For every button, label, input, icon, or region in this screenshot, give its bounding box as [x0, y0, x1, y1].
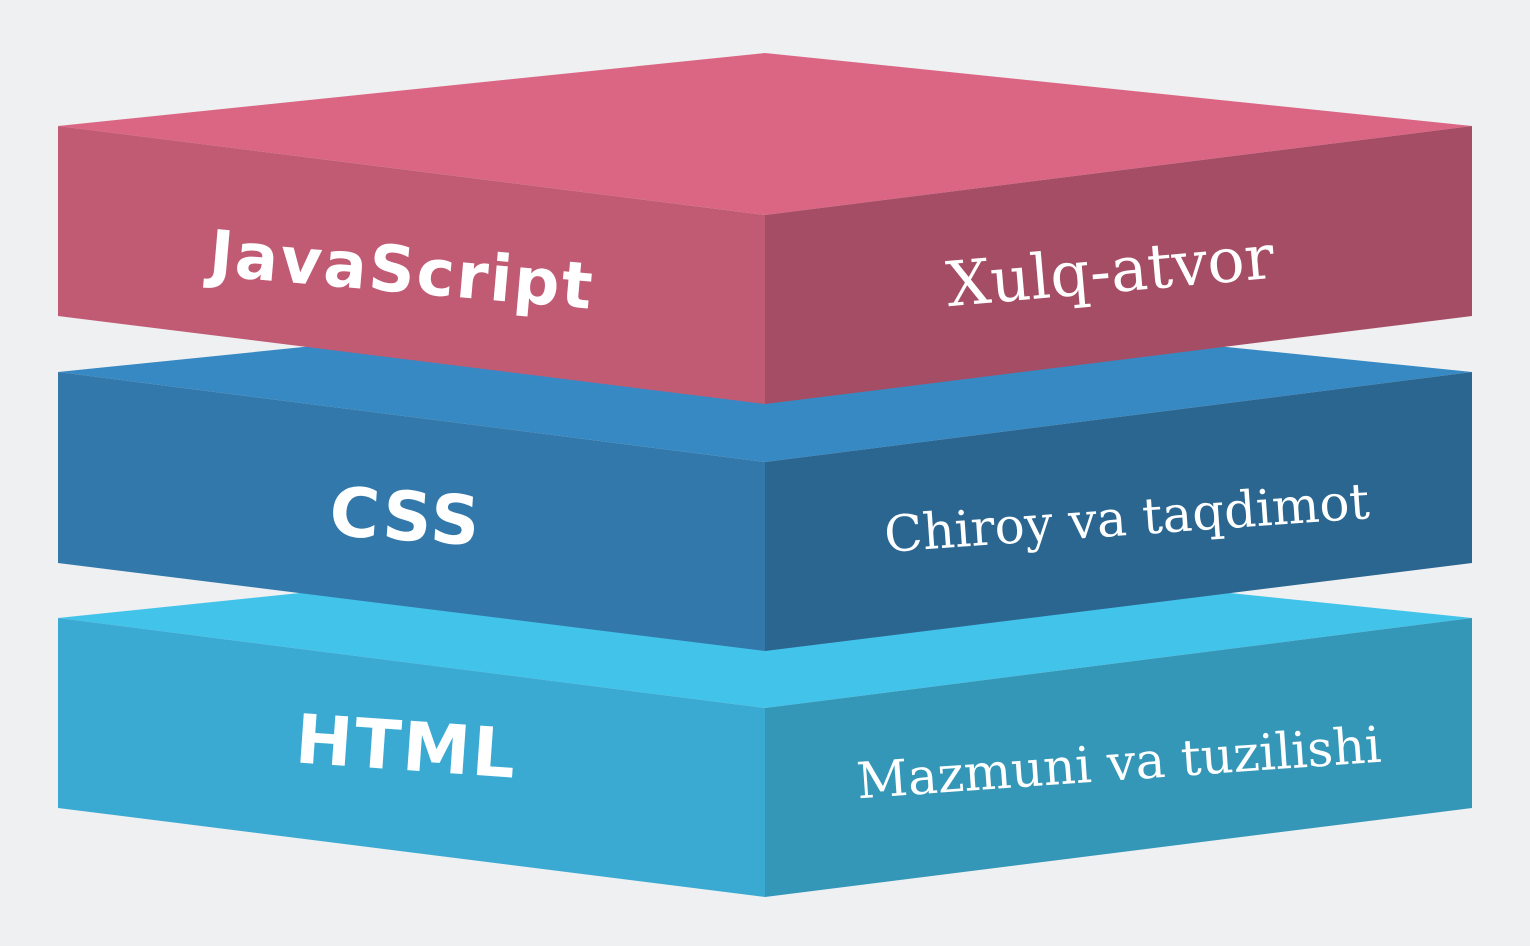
stack-diagram: HTML Mazmuni va tuzilishi CSS Chiroy va … [0, 0, 1530, 946]
layer-html-name: HTML [293, 700, 520, 794]
layer-css-name: CSS [327, 473, 484, 562]
stack-svg: HTML Mazmuni va tuzilishi CSS Chiroy va … [58, 53, 1472, 897]
